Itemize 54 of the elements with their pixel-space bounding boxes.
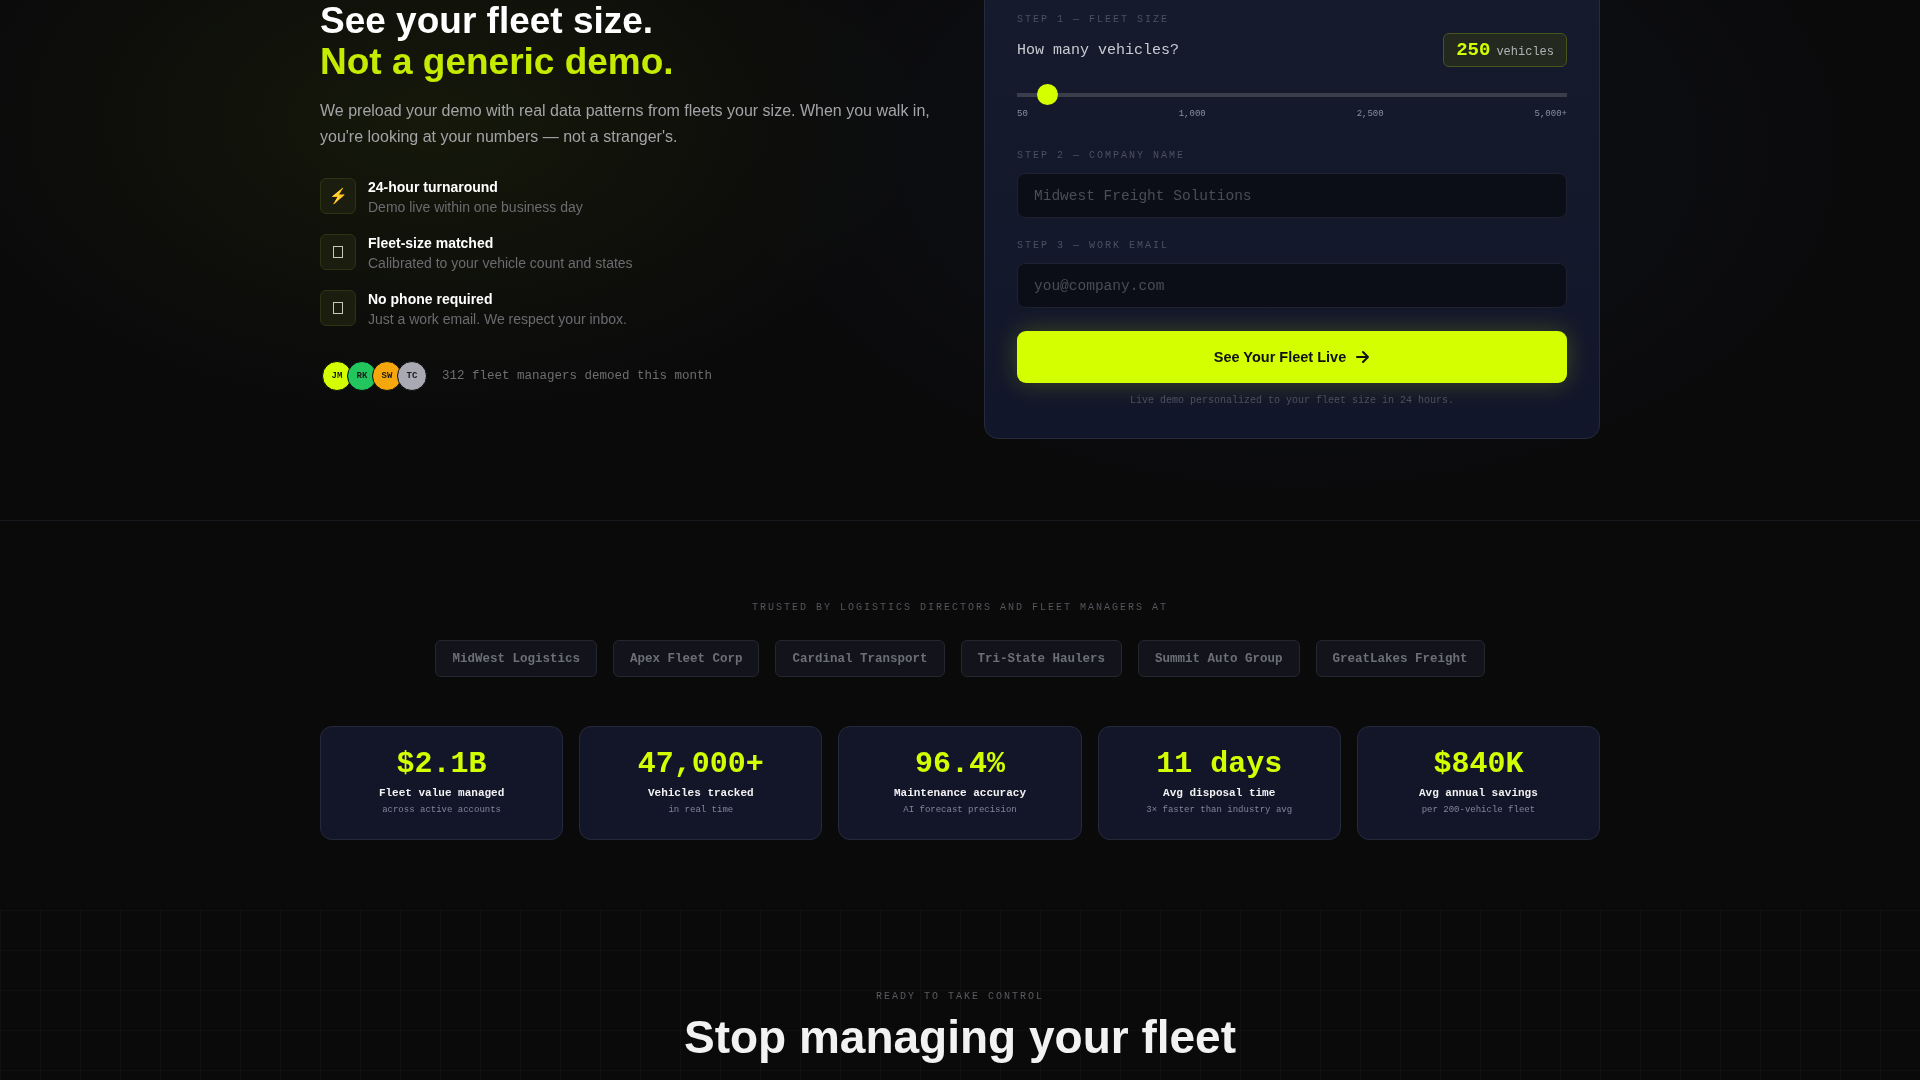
slider-thumb[interactable]	[1037, 84, 1059, 105]
avatar: SW	[372, 361, 402, 391]
stat-caption: AI forecast precision	[902, 805, 1018, 815]
stat-value: 11 days	[1155, 747, 1284, 781]
company-logo-chip: Apex Fleet Corp	[612, 640, 760, 677]
feature-title: 24-hour turnaround	[368, 178, 499, 196]
email-field[interactable]: you@company.com	[1017, 263, 1567, 308]
tick-label: 5,000+	[1534, 109, 1567, 119]
submit-button[interactable]: See Your Fleet Live	[1017, 331, 1567, 383]
square-icon	[320, 234, 356, 270]
cta-heading: Stop managing your fleet	[683, 1012, 1236, 1062]
stat-value: 96.4%	[914, 747, 1006, 781]
arrow-icon	[1356, 350, 1371, 364]
feature-title: Fleet-size matched	[368, 234, 495, 252]
company-logo-chip: Summit Auto Group	[1138, 640, 1300, 677]
step-label: STEP 3 — WORK EMAIL	[1017, 239, 1171, 253]
stat-label: Maintenance accuracy	[892, 787, 1027, 799]
company-logo-chip: Cardinal Transport	[775, 640, 945, 677]
stat-caption: across active accounts	[381, 805, 502, 815]
stat-caption: 3× faster than industry avg	[1145, 805, 1294, 815]
company-logo-chip: MidWest Logistics	[435, 640, 597, 677]
tick-label: 50	[1017, 109, 1028, 119]
question-label: How many vehicles?	[1017, 41, 1180, 59]
avatar: JM	[322, 361, 352, 391]
company-name-field[interactable]: Midwest Freight Solutions	[1017, 173, 1567, 218]
company-logo-chip: GreatLakes Freight	[1315, 640, 1485, 677]
count-unit: vehicles	[1496, 45, 1554, 59]
stat-label: Vehicles tracked	[646, 787, 755, 799]
avatar: TC	[397, 361, 427, 391]
vehicle-count: 250	[1456, 39, 1491, 61]
social-proof-text: 312 fleet managers demoed this month	[442, 369, 713, 383]
avatar: RK	[347, 361, 377, 391]
square-icon	[320, 290, 356, 326]
stat-label: Fleet value managed	[377, 787, 506, 799]
stat-caption: in real time	[667, 805, 735, 815]
stat-label: Avg annual savings	[1417, 787, 1539, 799]
headline: See your fleet size.	[320, 0, 655, 41]
headline-accent: Not a generic demo.	[320, 41, 675, 82]
company-logo-chip: Tri-State Haulers	[960, 640, 1123, 677]
feature-title: No phone required	[368, 290, 494, 308]
feature-description: Demo live within one business day	[368, 198, 583, 216]
stat-value: $2.1B	[395, 747, 488, 781]
tick-label: 1,000	[1178, 109, 1206, 119]
stat-value: $840K	[1432, 747, 1525, 781]
feature-description: Calibrated to your vehicle count and states	[368, 254, 633, 272]
intro-text: We preload your demo with real data patterns from fleets your size. When you walk in, you're looking at your numbers — not a stranger's.	[320, 101, 931, 147]
lightning-icon: ⚡	[320, 178, 356, 214]
feature-description: Just a work email. We respect your inbox.	[368, 310, 627, 328]
tick-label: 2,500	[1356, 109, 1384, 119]
eyebrow-label: READY TO TAKE CONTROL	[875, 990, 1045, 1004]
stat-caption: per 200-vehicle fleet	[1420, 805, 1537, 815]
trusted-label: TRUSTED BY LOGISTICS DIRECTORS AND FLEET MANAGERS AT	[750, 601, 1170, 615]
stat-label: Avg disposal time	[1162, 787, 1277, 799]
stat-value: 47,000+	[636, 747, 765, 781]
